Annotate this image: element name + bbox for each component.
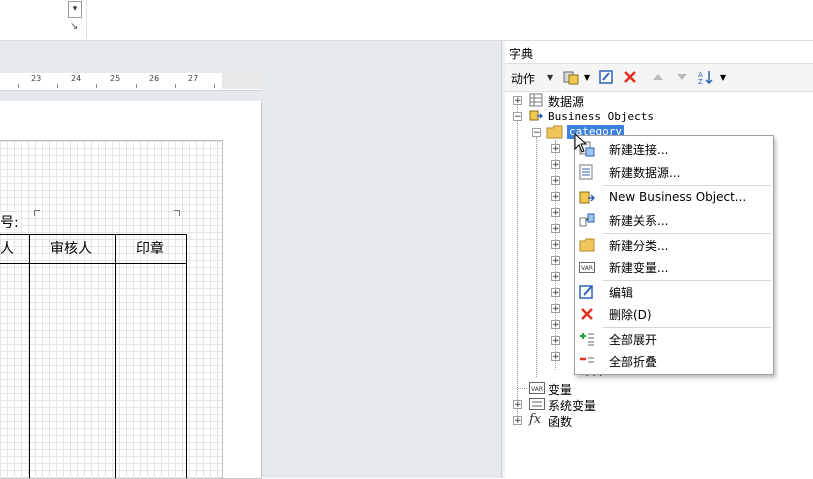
context-menu: 新建连接... 新建数据源... New Business Object... … [574,135,774,375]
edit-icon[interactable] [598,69,614,85]
expand-toggle[interactable]: + [551,336,560,346]
menu-item-new-connection[interactable]: 新建连接... [609,141,668,158]
new-variable-icon: VAR [579,262,595,273]
sort-icon[interactable]: A Z [698,69,714,85]
menu-item-edit[interactable]: 编辑 [609,284,633,301]
expand-toggle[interactable]: + [551,176,560,186]
menu-item-expand-all[interactable]: 全部展开 [609,331,657,348]
menu-item-new-variable[interactable]: 新建变量... [609,259,668,276]
delete-icon [581,308,593,320]
variable-icon: VAR [529,382,545,394]
ruler-tick: 27 [188,74,199,83]
ruler-tick: 26 [149,74,160,83]
action-button[interactable]: 动作 [511,70,535,87]
menu-item-new-category[interactable]: 新建分类... [609,237,668,254]
expand-toggle[interactable]: + [551,256,560,266]
tree-item-functions[interactable]: 函数 [548,413,572,430]
svg-text:VAR: VAR [581,265,593,272]
expand-toggle[interactable]: + [513,96,522,106]
expand-toggle[interactable]: + [513,400,522,410]
expand-toggle[interactable]: + [551,304,560,314]
ribbon [0,0,813,41]
menu-item-new-business-object[interactable]: New Business Object... [609,190,746,204]
edit-icon [579,285,593,299]
chevron-down-icon[interactable]: ▼ [547,73,553,82]
table-header-cell[interactable]: 审核人 [50,238,92,258]
selection-corner [34,210,40,216]
new-relation-icon [579,213,595,227]
menu-item-delete[interactable]: 删除(D) [609,306,652,323]
ruler-tick: 23 [31,74,42,83]
new-business-object-icon [579,191,595,204]
system-variable-icon [529,398,545,410]
expand-toggle[interactable]: + [551,160,560,170]
report-number-label[interactable]: 号: [0,212,20,232]
ruler-margin [222,73,262,89]
move-down-icon[interactable] [674,69,690,85]
ribbon-dropdown-icon[interactable]: ▾ [68,1,82,18]
ruler-tick: 25 [110,74,121,83]
new-category-icon [579,238,595,252]
tree-item-variables[interactable]: 变量 [548,381,572,398]
tree-item-system-variables[interactable]: 系统变量 [548,397,596,414]
folder-icon [546,125,563,139]
new-item-icon[interactable] [563,69,579,85]
business-objects-icon [529,110,543,121]
dialog-launcher-icon[interactable]: ↘ [70,22,80,32]
chevron-down-icon[interactable]: ▼ [720,73,726,82]
menu-item-new-relation[interactable]: 新建关系... [609,212,668,229]
collapse-toggle[interactable]: − [513,112,522,122]
svg-text:Z: Z [698,78,703,85]
expand-toggle[interactable]: + [551,352,560,362]
delete-icon[interactable] [622,69,638,85]
expand-toggle[interactable]: + [551,272,560,282]
tree-item-business-objects[interactable]: Business Objects [548,110,654,123]
expand-toggle[interactable]: + [551,320,560,330]
ruler-tick: 24 [71,74,82,83]
table-header-cell[interactable]: 人 [0,238,14,258]
expand-toggle[interactable]: + [551,224,560,234]
expand-all-icon [580,333,594,346]
mouse-cursor-icon [574,133,588,153]
table-header-cell[interactable]: 印章 [136,238,164,258]
new-datasource-icon [579,164,593,180]
expand-toggle[interactable]: + [551,192,560,202]
tree-item-datasource[interactable]: 数据源 [548,93,584,110]
panel-title: 字典 [509,47,534,61]
collapse-all-icon [580,357,594,363]
chevron-down-icon[interactable]: ▼ [584,73,590,82]
menu-item-new-datasource[interactable]: 新建数据源... [609,164,680,181]
expand-toggle[interactable]: + [513,416,522,426]
menu-item-collapse-all[interactable]: 全部折叠 [609,353,657,370]
ribbon-separator [86,0,87,38]
selection-corner [174,210,180,216]
expand-toggle[interactable]: + [551,288,560,298]
expand-toggle[interactable]: + [551,240,560,250]
datasource-icon [529,93,543,107]
move-up-icon[interactable] [650,69,666,85]
expand-toggle[interactable]: + [551,208,560,218]
svg-text:VAR: VAR [531,386,543,393]
collapse-toggle[interactable]: − [532,128,541,138]
expand-toggle[interactable]: + [551,144,560,154]
function-icon: fx [529,412,542,427]
report-grid [0,140,223,479]
